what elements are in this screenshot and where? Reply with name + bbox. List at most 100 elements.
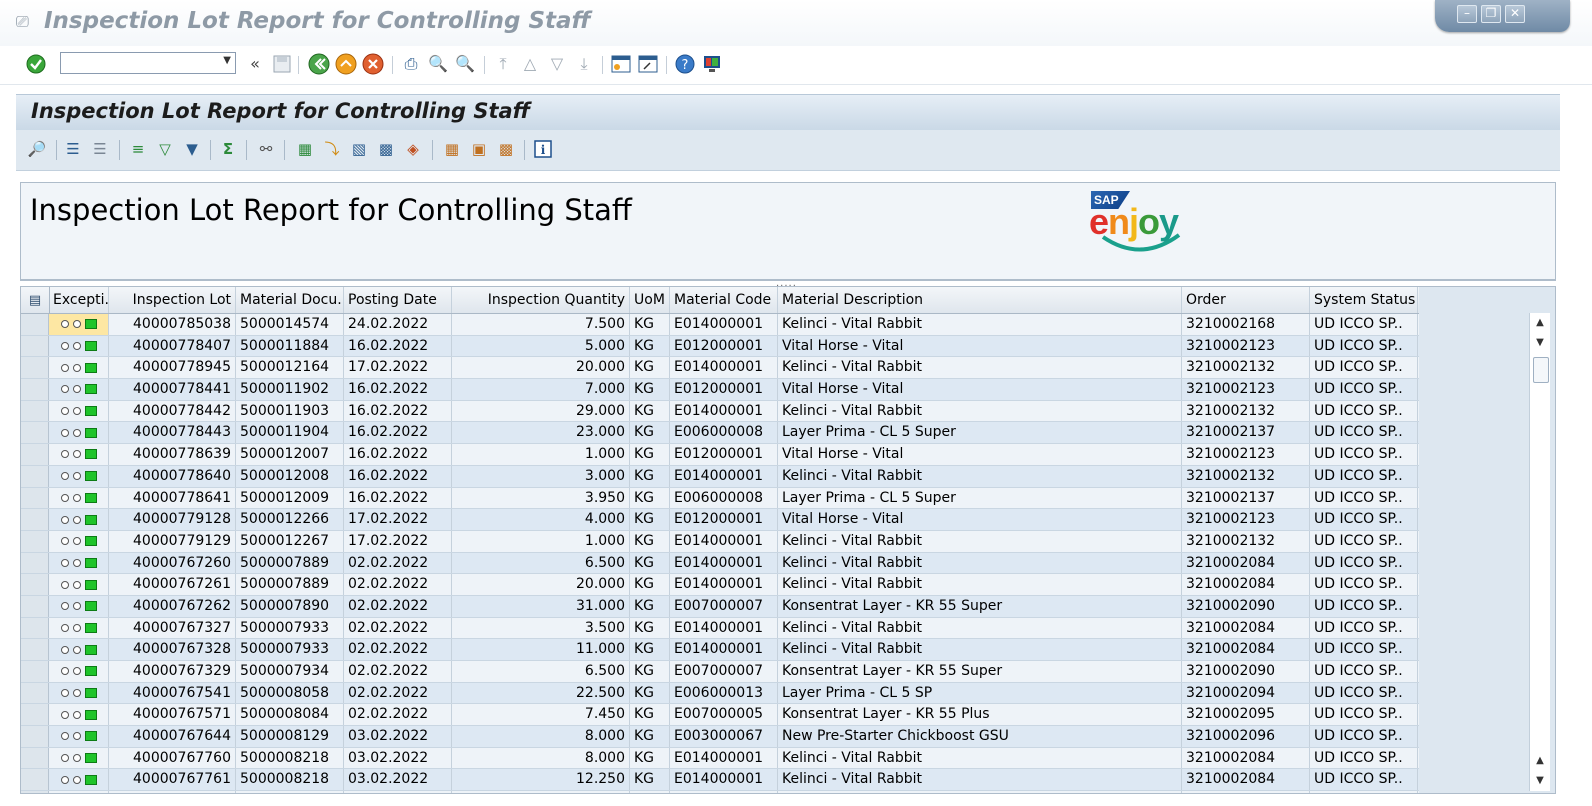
- cell-material-description[interactable]: Vital Horse - Vital: [778, 335, 1182, 357]
- cell-material-document[interactable]: 5000007933: [236, 617, 344, 639]
- cell-material-code[interactable]: E012000001: [670, 379, 778, 400]
- cell-material-description[interactable]: Kelinci - Vital Rabbit: [778, 617, 1182, 639]
- cell-inspection-quantity[interactable]: 7.450: [452, 704, 630, 726]
- cell-uom[interactable]: KG: [630, 682, 670, 704]
- cell-inspection-quantity[interactable]: 29.000: [452, 400, 630, 422]
- cell-material-description[interactable]: Kelinci - Vital Rabbit: [778, 314, 1182, 335]
- scroll-thumb[interactable]: [1533, 357, 1549, 383]
- cell-uom[interactable]: KG: [630, 791, 670, 793]
- table-row[interactable]: 40000778442 5000011903 16.02.2022 29.000 KG E…: [21, 400, 1419, 423]
- cell-material-document[interactable]: 5000012164: [236, 357, 344, 379]
- cell-posting-date[interactable]: 02.02.2022: [344, 574, 452, 595]
- col-inspection-quantity[interactable]: Inspection Quantity: [452, 287, 630, 313]
- print-icon[interactable]: ⎙: [400, 53, 422, 75]
- filter-icon[interactable]: ▼: [181, 138, 203, 160]
- cell-material-code[interactable]: E007000007: [670, 661, 778, 682]
- cell-material-document[interactable]: 5000012267: [236, 530, 344, 552]
- cell-posting-date[interactable]: 17.02.2022: [344, 530, 452, 552]
- word-processing-icon[interactable]: ▧: [348, 138, 370, 160]
- cell-system-status[interactable]: UD ICCO SP..: [1310, 661, 1418, 682]
- cell-material-description[interactable]: Kelinci - Vital Rabbit: [778, 574, 1182, 595]
- cell-posting-date[interactable]: 24.02.2022: [344, 314, 452, 335]
- table-row[interactable]: 40000767760 5000008218 03.02.2022 8.000 KG E0…: [21, 747, 1419, 770]
- cell-material-code[interactable]: E014000001: [670, 530, 778, 552]
- cell-material-code[interactable]: E014000001: [670, 552, 778, 574]
- scroll-page-down-icon[interactable]: ▼: [1532, 773, 1548, 789]
- cell-material-description[interactable]: Kelinci - Vital Rabbit: [778, 357, 1182, 379]
- cell-inspection-lot[interactable]: 40000778407: [109, 335, 236, 357]
- cell-uom[interactable]: KG: [630, 747, 670, 769]
- cell-material-code[interactable]: E003000067: [670, 726, 778, 747]
- cell-inspection-lot[interactable]: 40000778443: [109, 422, 236, 444]
- row-selector[interactable]: [21, 595, 49, 617]
- deselect-all-icon[interactable]: ☰: [89, 138, 111, 160]
- cell-material-document[interactable]: 5000008219: [236, 791, 344, 793]
- system-menu-icon[interactable]: ⎚: [16, 14, 34, 30]
- row-selector[interactable]: [21, 465, 49, 487]
- cell-inspection-lot[interactable]: 40000778441: [109, 379, 236, 400]
- cell-material-description[interactable]: Kelinci - Vital Rabbit: [778, 769, 1182, 791]
- restore-icon[interactable]: ❐: [1481, 5, 1501, 23]
- cell-material-code[interactable]: E006000008: [670, 422, 778, 444]
- cell-system-status[interactable]: UD ICCO SP..: [1310, 595, 1418, 617]
- cell-order[interactable]: 3210002094: [1182, 682, 1310, 704]
- col-order[interactable]: Order: [1182, 287, 1310, 313]
- cell-uom[interactable]: KG: [630, 335, 670, 357]
- cell-posting-date[interactable]: 03.02.2022: [344, 769, 452, 791]
- shortcut-icon[interactable]: [637, 53, 659, 75]
- cell-posting-date[interactable]: 16.02.2022: [344, 422, 452, 444]
- table-row[interactable]: 40000778641 5000012009 16.02.2022 3.950 KG E0…: [21, 487, 1419, 510]
- cell-uom[interactable]: KG: [630, 509, 670, 530]
- cell-material-code[interactable]: E014000001: [670, 574, 778, 595]
- cell-uom[interactable]: KG: [630, 704, 670, 726]
- cell-material-document[interactable]: 5000014574: [236, 314, 344, 335]
- row-selector[interactable]: [21, 487, 49, 509]
- cell-order[interactable]: 3210002090: [1182, 595, 1310, 617]
- cell-material-description[interactable]: Kelinci - Vital Rabbit: [778, 530, 1182, 552]
- cell-order[interactable]: 3210002137: [1182, 422, 1310, 444]
- row-selector[interactable]: [21, 574, 49, 595]
- cell-inspection-lot[interactable]: 40000767644: [109, 726, 236, 747]
- cell-material-description[interactable]: Layer Prima - CL 5 Super: [778, 487, 1182, 509]
- cell-material-document[interactable]: 5000008218: [236, 769, 344, 791]
- row-selector[interactable]: [21, 639, 49, 660]
- cell-posting-date[interactable]: 16.02.2022: [344, 379, 452, 400]
- cell-inspection-lot[interactable]: 40000778945: [109, 357, 236, 379]
- cell-material-description[interactable]: Konsentrat Layer - KR 55 Super: [778, 661, 1182, 682]
- cell-material-code[interactable]: E014000001: [670, 639, 778, 660]
- cell-inspection-quantity[interactable]: 11.000: [452, 639, 630, 660]
- cell-system-status[interactable]: UD ICCO SP..: [1310, 335, 1418, 357]
- cell-material-description[interactable]: Vital Horse - Vital: [778, 379, 1182, 400]
- cell-posting-date[interactable]: 17.02.2022: [344, 509, 452, 530]
- cell-material-code[interactable]: E007000007: [670, 595, 778, 617]
- cell-inspection-quantity[interactable]: 6.500: [452, 661, 630, 682]
- cell-system-status[interactable]: UD ICCO SP..: [1310, 617, 1418, 639]
- cell-material-document[interactable]: 5000011903: [236, 400, 344, 422]
- col-exception[interactable]: Excepti..: [49, 287, 109, 313]
- select-all-icon[interactable]: ☰: [62, 138, 84, 160]
- cell-inspection-quantity[interactable]: 7.000: [452, 379, 630, 400]
- cell-inspection-lot[interactable]: 40000767262: [109, 595, 236, 617]
- cell-order[interactable]: 3210002132: [1182, 530, 1310, 552]
- cell-posting-date[interactable]: 02.02.2022: [344, 617, 452, 639]
- select-layout-icon[interactable]: ▤: [21, 287, 50, 313]
- cell-order[interactable]: 3210002132: [1182, 400, 1310, 422]
- cell-posting-date[interactable]: 16.02.2022: [344, 487, 452, 509]
- cell-order[interactable]: 3210002123: [1182, 509, 1310, 530]
- row-selector[interactable]: [21, 791, 49, 793]
- cell-inspection-quantity[interactable]: 4.000: [452, 509, 630, 530]
- cell-system-status[interactable]: UD ICCO SP..: [1310, 704, 1418, 726]
- cell-inspection-lot[interactable]: 40000767571: [109, 704, 236, 726]
- cell-order[interactable]: 3210002132: [1182, 357, 1310, 379]
- cell-posting-date[interactable]: 02.02.2022: [344, 639, 452, 660]
- back-double-chevron-icon[interactable]: «: [244, 53, 266, 75]
- cell-inspection-lot[interactable]: 40000778639: [109, 444, 236, 465]
- col-system-status[interactable]: System Status: [1310, 287, 1418, 313]
- save-icon[interactable]: [271, 53, 293, 75]
- table-row[interactable]: 40000767541 5000008058 02.02.2022 22.500 KG E…: [21, 682, 1419, 705]
- vertical-scrollbar[interactable]: ▲ ▼ ▲ ▼: [1529, 313, 1550, 791]
- subtotal-icon[interactable]: ⚯: [255, 138, 277, 160]
- cell-inspection-quantity[interactable]: 7.500: [452, 314, 630, 335]
- table-row[interactable]: 40000778945 5000012164 17.02.2022 20.000 KG E…: [21, 357, 1419, 380]
- scroll-down-icon[interactable]: ▼: [1532, 335, 1548, 351]
